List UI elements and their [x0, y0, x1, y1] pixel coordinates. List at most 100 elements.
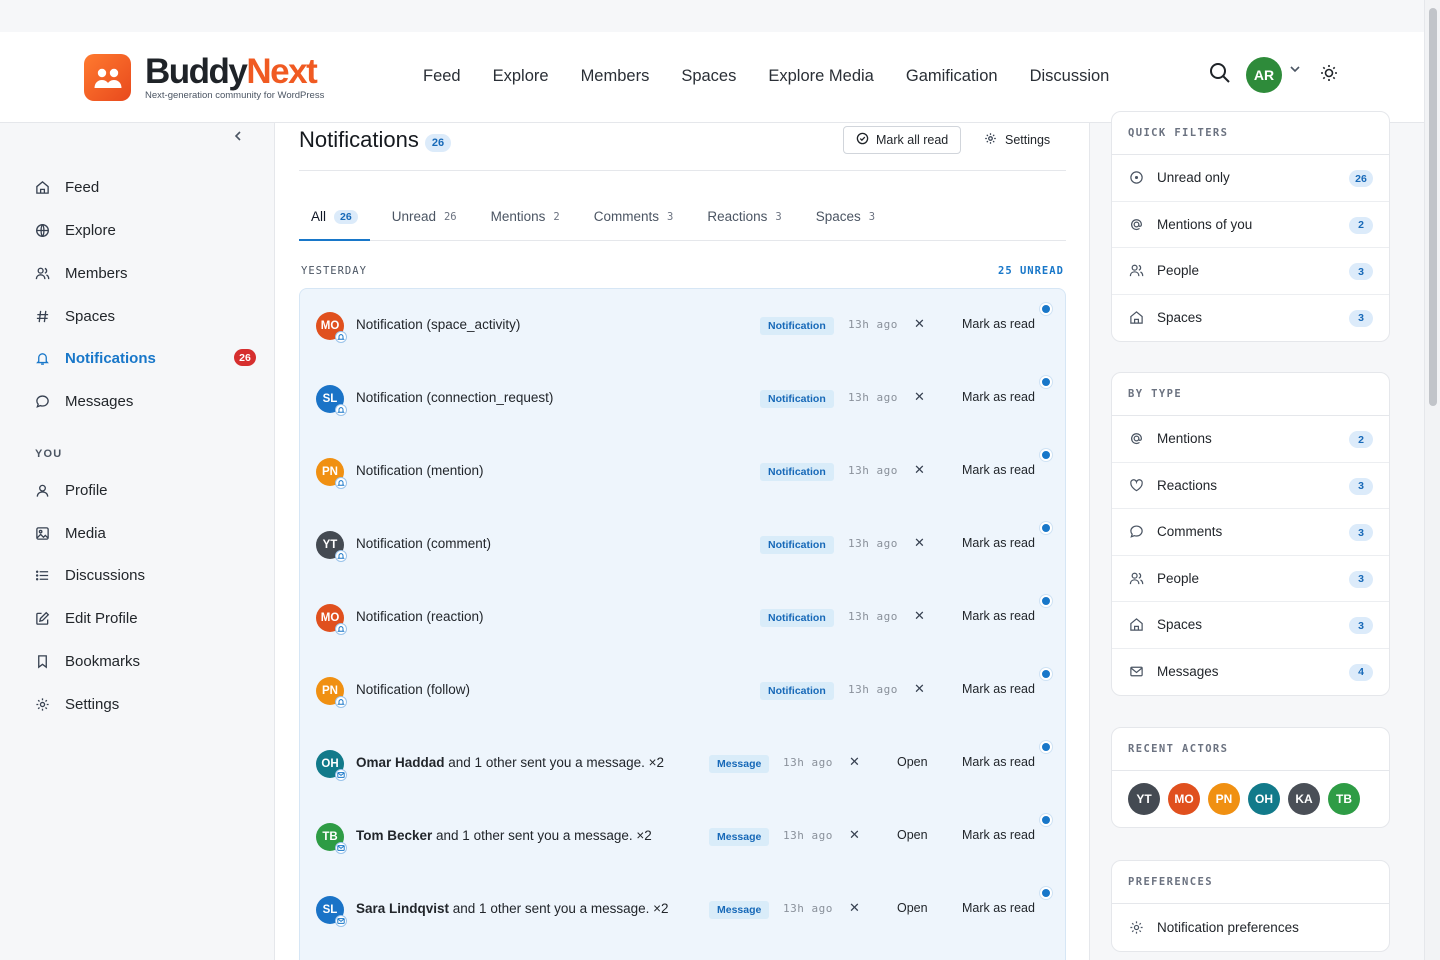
filter-spaces[interactable]: Spaces 3 [1112, 295, 1389, 342]
dismiss-icon[interactable]: ✕ [914, 462, 925, 478]
mark-as-read-button[interactable]: Mark as read [962, 609, 1035, 623]
sidebar-item-discussions[interactable]: Discussions [34, 563, 256, 587]
sidebar-item-explore[interactable]: Explore [34, 218, 256, 242]
notification-avatar[interactable]: MO [316, 604, 347, 635]
open-button[interactable]: Open [897, 828, 928, 842]
nav-spaces[interactable]: Spaces [681, 67, 736, 86]
mark-as-read-button[interactable]: Mark as read [962, 536, 1035, 550]
search-icon[interactable] [1208, 61, 1232, 90]
tab-spaces[interactable]: Spaces 3 [804, 209, 887, 241]
dismiss-icon[interactable]: ✕ [914, 681, 925, 697]
dismiss-icon[interactable]: ✕ [849, 827, 860, 843]
filter-mentions-of-you[interactable]: Mentions of you 2 [1112, 202, 1389, 248]
notification-avatar[interactable]: TB [316, 823, 347, 854]
notification-settings-button[interactable]: Settings [984, 126, 1050, 154]
notification-avatar[interactable]: PN [316, 458, 347, 489]
mark-as-read-button[interactable]: Mark as read [962, 682, 1035, 696]
sidebar-item-feed[interactable]: Feed [34, 175, 256, 199]
sidebar-item-spaces[interactable]: Spaces [34, 304, 256, 328]
notification-avatar[interactable]: SL [316, 385, 347, 416]
collapse-sidebar-icon[interactable] [231, 129, 245, 143]
dismiss-icon[interactable]: ✕ [914, 389, 925, 405]
filter-spaces[interactable]: Spaces 3 [1112, 602, 1389, 649]
filter-people[interactable]: People 3 [1112, 556, 1389, 602]
filter-messages[interactable]: Messages 4 [1112, 649, 1389, 696]
actor-name[interactable]: Sara Lindqvist [356, 901, 449, 916]
tab-reactions[interactable]: Reactions 3 [695, 209, 793, 241]
sidebar-item-messages[interactable]: Messages [34, 389, 256, 413]
notification-row[interactable]: PN Notification (mention) Notification 13h … [300, 435, 1065, 508]
notification-row[interactable]: MO Notification (space_activity) Notificat… [300, 289, 1065, 362]
user-avatar[interactable]: AR [1246, 57, 1282, 93]
actor-avatar[interactable]: TB [1328, 783, 1360, 815]
tab-mentions[interactable]: Mentions 2 [479, 209, 572, 241]
mark-all-read-button[interactable]: Mark all read [843, 126, 962, 154]
notification-text[interactable]: Notification (mention) [356, 463, 484, 478]
chevron-down-icon[interactable] [1288, 62, 1302, 81]
dismiss-icon[interactable]: ✕ [849, 900, 860, 916]
filter-notification-preferences[interactable]: Notification preferences [1112, 904, 1389, 951]
mark-as-read-button[interactable]: Mark as read [962, 755, 1035, 769]
sidebar-item-bookmarks[interactable]: Bookmarks [34, 649, 256, 673]
notification-avatar[interactable]: YT [316, 531, 347, 562]
mark-as-read-button[interactable]: Mark as read [962, 828, 1035, 842]
notification-text[interactable]: Notification (follow) [356, 682, 470, 697]
notification-avatar[interactable]: OH [316, 750, 347, 781]
notification-row[interactable]: MO Notification (reaction) Notification 13h… [300, 581, 1065, 654]
tab-all[interactable]: All 26 [299, 209, 370, 241]
dismiss-icon[interactable]: ✕ [849, 754, 860, 770]
sidebar-item-members[interactable]: Members [34, 261, 256, 285]
tab-comments[interactable]: Comments 3 [582, 209, 686, 241]
filter-comments[interactable]: Comments 3 [1112, 509, 1389, 556]
notification-text[interactable]: Notification (connection_request) [356, 390, 553, 405]
nav-gamification[interactable]: Gamification [906, 67, 998, 86]
nav-members[interactable]: Members [581, 67, 650, 86]
notification-row[interactable]: PN Notification (follow) Notification 13h a… [300, 654, 1065, 727]
mark-as-read-button[interactable]: Mark as read [962, 390, 1035, 404]
mark-as-read-button[interactable]: Mark as read [962, 463, 1035, 477]
dismiss-icon[interactable]: ✕ [914, 608, 925, 624]
notification-text[interactable]: Sara Lindqvist and 1 other sent you a me… [356, 901, 669, 916]
notification-text[interactable]: Notification (reaction) [356, 609, 484, 624]
notification-row[interactable]: TB Tom Becker and 1 other sent you a mess… [300, 800, 1065, 873]
logo[interactable]: BuddyNext Next-generation community for … [84, 54, 324, 101]
notification-row[interactable]: SL Notification (connection_request) Notif… [300, 362, 1065, 435]
dismiss-icon[interactable]: ✕ [914, 316, 925, 332]
actor-avatar[interactable]: YT [1128, 783, 1160, 815]
sidebar-item-notifications[interactable]: Notifications 26 [34, 346, 256, 370]
notification-text[interactable]: Notification (comment) [356, 536, 491, 551]
tab-unread[interactable]: Unread 26 [380, 209, 469, 241]
nav-explore[interactable]: Explore [493, 67, 549, 86]
mark-as-read-button[interactable]: Mark as read [962, 901, 1035, 915]
page-scrollbar[interactable] [1424, 0, 1440, 960]
filter-mentions[interactable]: Mentions 2 [1112, 416, 1389, 463]
actor-name[interactable]: Tom Becker [356, 828, 432, 843]
nav-discussion[interactable]: Discussion [1030, 67, 1110, 86]
nav-explore-media[interactable]: Explore Media [768, 67, 873, 86]
notification-avatar[interactable]: PN [316, 677, 347, 708]
sidebar-item-profile[interactable]: Profile [34, 478, 256, 502]
notification-text[interactable]: Notification (space_activity) [356, 317, 520, 332]
actor-avatar[interactable]: OH [1248, 783, 1280, 815]
notification-avatar[interactable]: MO [316, 312, 347, 343]
scrollbar-thumb[interactable] [1429, 8, 1437, 406]
notification-row[interactable]: OH Omar Haddad and 1 other sent you a mes… [300, 727, 1065, 800]
open-button[interactable]: Open [897, 755, 928, 769]
sidebar-item-settings[interactable]: Settings [34, 692, 256, 716]
open-button[interactable]: Open [897, 901, 928, 915]
sidebar-item-edit-profile[interactable]: Edit Profile [34, 606, 256, 630]
sidebar-item-media[interactable]: Media [34, 521, 256, 545]
mark-as-read-button[interactable]: Mark as read [962, 317, 1035, 331]
notification-avatar[interactable]: SL [316, 896, 347, 927]
actor-avatar[interactable]: MO [1168, 783, 1200, 815]
dismiss-icon[interactable]: ✕ [914, 535, 925, 551]
filter-people[interactable]: People 3 [1112, 248, 1389, 295]
filter-unread-only[interactable]: Unread only 26 [1112, 155, 1389, 202]
actor-avatar[interactable]: PN [1208, 783, 1240, 815]
actor-name[interactable]: Omar Haddad [356, 755, 445, 770]
theme-toggle-sun-icon[interactable] [1319, 63, 1339, 88]
notification-text[interactable]: Omar Haddad and 1 other sent you a messa… [356, 755, 664, 770]
notification-row[interactable]: YT Notification (comment) Notification 13h … [300, 508, 1065, 581]
nav-feed[interactable]: Feed [423, 67, 461, 86]
notification-row[interactable]: SL Sara Lindqvist and 1 other sent you a … [300, 873, 1065, 946]
